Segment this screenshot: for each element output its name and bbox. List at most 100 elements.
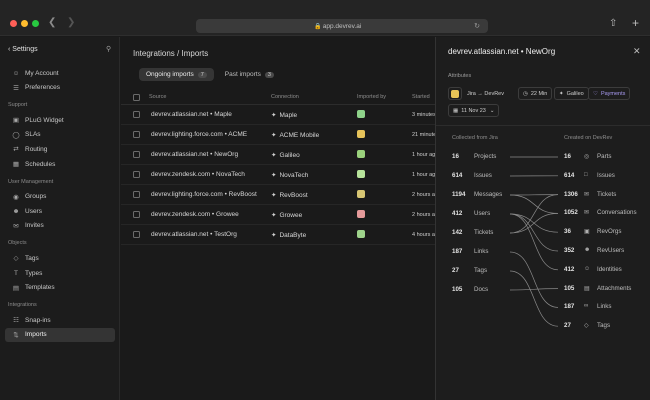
- users-icon: ☻: [12, 207, 20, 215]
- row-connection: ✦ NovaTech: [271, 171, 308, 179]
- tab-ongoing-imports[interactable]: Ongoing imports 7: [139, 68, 214, 81]
- share-icon[interactable]: ⇧: [609, 18, 617, 29]
- new-tab-icon[interactable]: +: [632, 16, 639, 30]
- table-row[interactable]: devrev.atlassian.net • NewOrg ✦ Galileo 1 h…: [121, 145, 438, 165]
- close-window-button[interactable]: [10, 20, 17, 27]
- sidebar-item-snap-ins[interactable]: ☷ Snap-ins: [5, 313, 115, 327]
- tickets-icon: ✉: [584, 191, 590, 198]
- calendar-icon: ▦: [453, 107, 459, 114]
- created-count: 614: [564, 171, 575, 179]
- mapping-line: [509, 213, 559, 271]
- payments-chip[interactable]: ♡ Payments: [588, 87, 631, 100]
- collected-count: 105: [452, 286, 463, 293]
- reload-icon[interactable]: ↻: [474, 22, 480, 30]
- mapping-line: [509, 194, 559, 234]
- row-connection-label: Galileo: [279, 152, 300, 159]
- sidebar-item-label: SLAs: [25, 131, 41, 139]
- browser-window: ❮ ❯ 🔒 app.devrev.ai ↻ ⇧ + ‹ Settings ⚲ ☺…: [0, 0, 650, 400]
- collected-label: Tickets: [474, 229, 494, 236]
- forward-arrow-icon[interactable]: ❯: [67, 17, 75, 28]
- pin-icon: ✦: [271, 172, 277, 179]
- payments-text: Payments: [600, 90, 626, 97]
- breadcrumb-integrations[interactable]: Integrations: [133, 49, 175, 58]
- column-source[interactable]: Source: [149, 94, 166, 100]
- pin-icon: ✦: [559, 90, 564, 97]
- settings-back-link[interactable]: ‹ Settings: [8, 46, 38, 53]
- back-arrow-icon[interactable]: ❮: [48, 17, 56, 28]
- row-checkbox[interactable]: [133, 151, 140, 158]
- date-chip[interactable]: ▦ 11 Nov 23 ⌄: [448, 104, 500, 117]
- sidebar-item-imports[interactable]: ⇅ Imports: [5, 327, 115, 342]
- duration-text: 22 Min: [530, 90, 548, 97]
- tab-past-imports[interactable]: Past imports 3: [218, 68, 281, 81]
- sidebar-item-types[interactable]: T Types: [5, 266, 115, 280]
- row-checkbox[interactable]: [133, 131, 140, 138]
- routing-icon: ⇄: [13, 146, 19, 154]
- row-connection-label: Growee: [279, 212, 303, 219]
- sidebar-item-invites[interactable]: ✉ Invites: [5, 219, 115, 233]
- row-checkbox[interactable]: [133, 171, 140, 178]
- select-all-checkbox[interactable]: [133, 94, 140, 101]
- row-connection-label: ACME Mobile: [279, 132, 320, 139]
- pin-icon: ✦: [271, 232, 277, 239]
- created-label: Tags: [597, 322, 611, 330]
- url-text: app.devrev.ai: [322, 22, 362, 30]
- sidebar-item-preferences[interactable]: ☰ Preferences: [5, 81, 115, 95]
- mapping-line: [509, 288, 559, 291]
- heart-icon: ♡: [593, 90, 598, 97]
- lock-icon: 🔒: [314, 23, 322, 30]
- date-text: 11 Nov 23: [461, 107, 486, 114]
- column-connection[interactable]: Connection: [271, 94, 299, 100]
- sidebar-item-routing[interactable]: ⇄ Routing: [5, 142, 115, 156]
- table-row[interactable]: devrev.lighting.force.com • ACME ✦ ACME Mo…: [121, 125, 450, 145]
- row-checkbox[interactable]: [133, 211, 140, 218]
- created-label: Issues: [597, 171, 615, 179]
- row-source: devrev.atlassian.net • Maple: [151, 111, 232, 118]
- table-row[interactable]: devrev.atlassian.net • TestOrg ✦ DataByte 4…: [121, 225, 441, 245]
- sidebar-item-label: PLuG Widget: [25, 116, 64, 124]
- sidebar-item-tags[interactable]: ◇ Tags: [5, 251, 115, 265]
- search-icon[interactable]: ⚲: [106, 45, 111, 53]
- sidebar-item-slas[interactable]: ◯ SLAs: [5, 128, 115, 142]
- row-checkbox[interactable]: [133, 231, 140, 238]
- jira-logo-icon: [451, 89, 459, 98]
- created-label: Identities: [597, 265, 622, 273]
- table-row[interactable]: devrev.atlassian.net • Maple ✦ Maple 3 minu…: [121, 105, 447, 125]
- sidebar-item-plug-widget[interactable]: ▣ PLuG Widget: [5, 113, 115, 127]
- column-started[interactable]: Started: [412, 94, 430, 100]
- sliders-icon: ☰: [13, 84, 19, 92]
- minimize-window-button[interactable]: [21, 20, 28, 27]
- sidebar-item-label: Templates: [25, 284, 55, 292]
- close-icon[interactable]: ✕: [633, 46, 641, 57]
- sidebar-item-templates[interactable]: ▤ Templates: [5, 281, 115, 295]
- column-imported-by[interactable]: Imported by: [357, 94, 386, 100]
- avatar: [357, 230, 365, 238]
- row-connection: ✦ Galileo: [271, 151, 300, 159]
- sla-icon: ◯: [12, 131, 20, 139]
- address-bar[interactable]: 🔒 app.devrev.ai ↻: [196, 19, 488, 33]
- table-row[interactable]: devrev.zendesk.com • NovaTech ✦ NovaTech 1 …: [121, 165, 438, 185]
- created-count: 1306: [564, 190, 578, 198]
- created-count: 412: [564, 265, 575, 273]
- sidebar-item-label: Groups: [25, 193, 47, 201]
- sidebar-item-users[interactable]: ☻ Users: [5, 204, 115, 218]
- row-checkbox[interactable]: [133, 111, 140, 118]
- chevron-down-icon: ⌄: [489, 107, 495, 114]
- tab-count-badge: 3: [264, 71, 274, 78]
- sidebar-item-my-account[interactable]: ☺ My Account: [5, 66, 115, 80]
- attachments-icon: ▤: [584, 285, 590, 292]
- sidebar-item-schedules[interactable]: ▦ Schedules: [5, 157, 115, 171]
- maximize-window-button[interactable]: [32, 20, 39, 27]
- row-connection: ✦ RevBoost: [271, 191, 308, 199]
- import-detail-panel: devrev.atlassian.net • NewOrg ✕ Attribut…: [435, 37, 650, 400]
- connection-chip: ✦ Galileo: [554, 87, 589, 100]
- row-checkbox[interactable]: [133, 191, 140, 198]
- issues-icon: □: [584, 171, 588, 178]
- table-row[interactable]: devrev.zendesk.com • Growee ✦ Growee 2 hour…: [121, 205, 441, 225]
- snapin-icon: ☷: [13, 317, 19, 325]
- sidebar-item-groups[interactable]: ◉ Groups: [5, 190, 115, 204]
- row-connection-label: Maple: [279, 112, 298, 119]
- table-row[interactable]: devrev.lighting.force.com • RevBoost ✦ Rev…: [121, 185, 441, 205]
- browser-titlebar: ❮ ❯ 🔒 app.devrev.ai ↻ ⇧ +: [0, 0, 650, 36]
- breadcrumb: Integrations / Imports: [133, 49, 208, 58]
